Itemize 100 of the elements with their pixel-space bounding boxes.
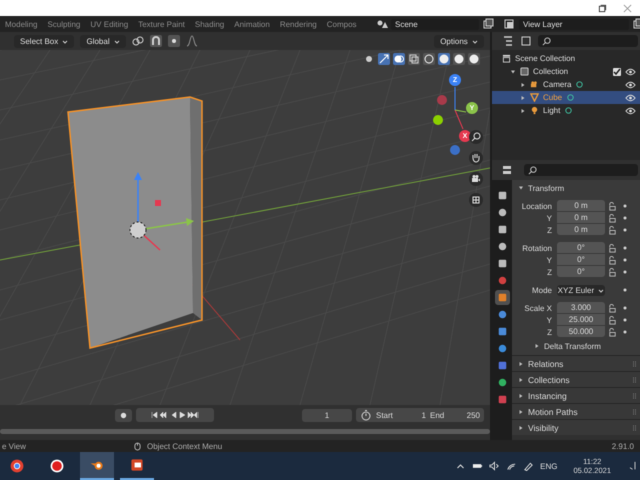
- select-mode-dropdown[interactable]: Select Box: [14, 34, 74, 48]
- keyframe-dot-icon[interactable]: [623, 204, 627, 208]
- keyframe-dot-icon[interactable]: [623, 246, 627, 250]
- keyframe-dot-icon[interactable]: [623, 330, 627, 334]
- visibility-icon[interactable]: [363, 53, 375, 65]
- current-frame-field[interactable]: 1: [302, 408, 352, 422]
- collapsed-panel[interactable]: Motion Paths: [512, 403, 640, 419]
- collapse-arrow-icon[interactable]: [510, 68, 516, 74]
- stopwatch-icon[interactable]: [360, 409, 372, 421]
- workspace-tab[interactable]: Sculpting: [42, 18, 86, 30]
- timeline-scrollbar[interactable]: [0, 429, 490, 434]
- collapsed-panel[interactable]: Instancing: [512, 387, 640, 403]
- shading-mode-icon[interactable]: [423, 53, 435, 65]
- outliner-row[interactable]: Cube: [492, 91, 640, 104]
- number-field[interactable]: 0°: [557, 266, 605, 277]
- keyframe-dot-icon[interactable]: [623, 288, 627, 292]
- checkbox[interactable]: [613, 68, 621, 76]
- workspace-tab[interactable]: Modeling: [0, 18, 42, 30]
- number-field[interactable]: 0 m: [557, 224, 605, 235]
- workspace-tab[interactable]: Texture Paint: [133, 18, 190, 30]
- options-dropdown[interactable]: Options: [434, 34, 484, 48]
- number-field[interactable]: 0 m: [557, 212, 605, 223]
- lock-icon[interactable]: [608, 304, 617, 312]
- lock-icon[interactable]: [608, 256, 617, 264]
- close-icon[interactable]: [623, 4, 632, 12]
- workspace-tab[interactable]: Rendering: [274, 18, 322, 30]
- zoom-icon[interactable]: [469, 130, 483, 144]
- notification-icon[interactable]: [627, 461, 638, 471]
- keyframe-dot-icon[interactable]: [623, 216, 627, 220]
- search-field[interactable]: [538, 35, 638, 47]
- outliner-row[interactable]: Light: [492, 104, 640, 117]
- language-indicator[interactable]: ENG: [540, 462, 558, 470]
- wifi-icon[interactable]: [506, 461, 518, 471]
- keyframe-dot-icon[interactable]: [623, 318, 627, 322]
- collapsed-panel[interactable]: Relations: [512, 355, 640, 371]
- number-field[interactable]: 0 m: [557, 200, 605, 211]
- box-object[interactable]: [67, 96, 203, 349]
- lock-icon[interactable]: [608, 244, 617, 252]
- keyframe-dot-icon[interactable]: [623, 306, 627, 310]
- playback-controls[interactable]: [136, 408, 214, 422]
- mode-dropdown[interactable]: XYZ Euler: [557, 284, 605, 296]
- lock-icon[interactable]: [608, 226, 617, 234]
- filter-icon[interactable]: [520, 35, 532, 47]
- end-frame-field[interactable]: End 250: [430, 410, 480, 420]
- keyframe-dot-icon[interactable]: [623, 228, 627, 232]
- panel-title[interactable]: Transform: [528, 184, 564, 192]
- grid-icon[interactable]: [469, 193, 483, 207]
- workspace-tab[interactable]: Shading: [190, 18, 230, 30]
- expand-arrow-icon[interactable]: [520, 82, 526, 88]
- lock-icon[interactable]: [608, 328, 617, 336]
- keyframe-record-control[interactable]: [115, 408, 132, 422]
- number-field[interactable]: 50.000: [557, 326, 605, 337]
- number-field[interactable]: 25.000: [557, 314, 605, 325]
- eye-icon[interactable]: [625, 68, 636, 76]
- copy-icon[interactable]: [482, 18, 494, 30]
- eye-icon[interactable]: [625, 80, 636, 88]
- eye-icon[interactable]: [625, 94, 636, 102]
- battery-icon[interactable]: [472, 461, 484, 471]
- speaker-icon[interactable]: [489, 461, 500, 471]
- start-frame-field[interactable]: Start 1: [376, 410, 426, 420]
- overlay-icon[interactable]: [393, 53, 405, 65]
- move-gizmo[interactable]: [130, 172, 194, 251]
- pen-icon[interactable]: [523, 461, 534, 471]
- number-field[interactable]: 0°: [557, 242, 605, 253]
- lock-icon[interactable]: [608, 202, 617, 210]
- shading-mode-icon[interactable]: [468, 53, 480, 65]
- keyframe-dot-icon[interactable]: [623, 270, 627, 274]
- workspace-tab[interactable]: UV Editing: [85, 18, 134, 30]
- outliner-row[interactable]: Camera: [492, 78, 640, 91]
- subpanel-title[interactable]: Delta Transform: [544, 342, 601, 350]
- editor-type-icon[interactable]: [502, 164, 514, 176]
- expand-arrow-icon[interactable]: [534, 343, 540, 349]
- square-icon[interactable]: [494, 290, 510, 305]
- workspace-tab[interactable]: Compos: [322, 18, 362, 30]
- collapse-arrow-icon[interactable]: [518, 185, 524, 191]
- tree-item[interactable]: Scene Collection: [515, 54, 576, 63]
- search-field[interactable]: [524, 164, 638, 176]
- axis-handle[interactable]: [450, 145, 460, 155]
- shading-mode-icon[interactable]: [438, 53, 450, 65]
- workspace-tab[interactable]: Animation: [229, 18, 275, 30]
- expand-arrow-icon[interactable]: [520, 94, 526, 100]
- number-field[interactable]: 3.000: [557, 302, 605, 313]
- curve-icon[interactable]: [186, 35, 198, 47]
- number-field[interactable]: 0°: [557, 254, 605, 265]
- tree-item[interactable]: Collection: [533, 67, 568, 76]
- camera-icon[interactable]: [469, 172, 483, 186]
- orientation-dropdown[interactable]: Global: [80, 34, 126, 48]
- list-icon[interactable]: [502, 35, 514, 47]
- eye-icon[interactable]: [625, 106, 636, 114]
- expand-arrow-icon[interactable]: [520, 108, 526, 114]
- scene-field[interactable]: Scene: [391, 18, 479, 30]
- xray-icon[interactable]: [408, 53, 420, 65]
- collapsed-panel[interactable]: Visibility: [512, 419, 640, 435]
- lock-icon[interactable]: [608, 214, 617, 222]
- collapsed-panel[interactable]: Collections: [512, 371, 640, 387]
- shading-mode-icon[interactable]: [453, 53, 465, 65]
- gizmo-icon[interactable]: [378, 53, 390, 65]
- magnet-icon[interactable]: [150, 35, 162, 47]
- view-layer-field[interactable]: View Layer: [519, 18, 629, 30]
- keyframe-dot-icon[interactable]: [623, 258, 627, 262]
